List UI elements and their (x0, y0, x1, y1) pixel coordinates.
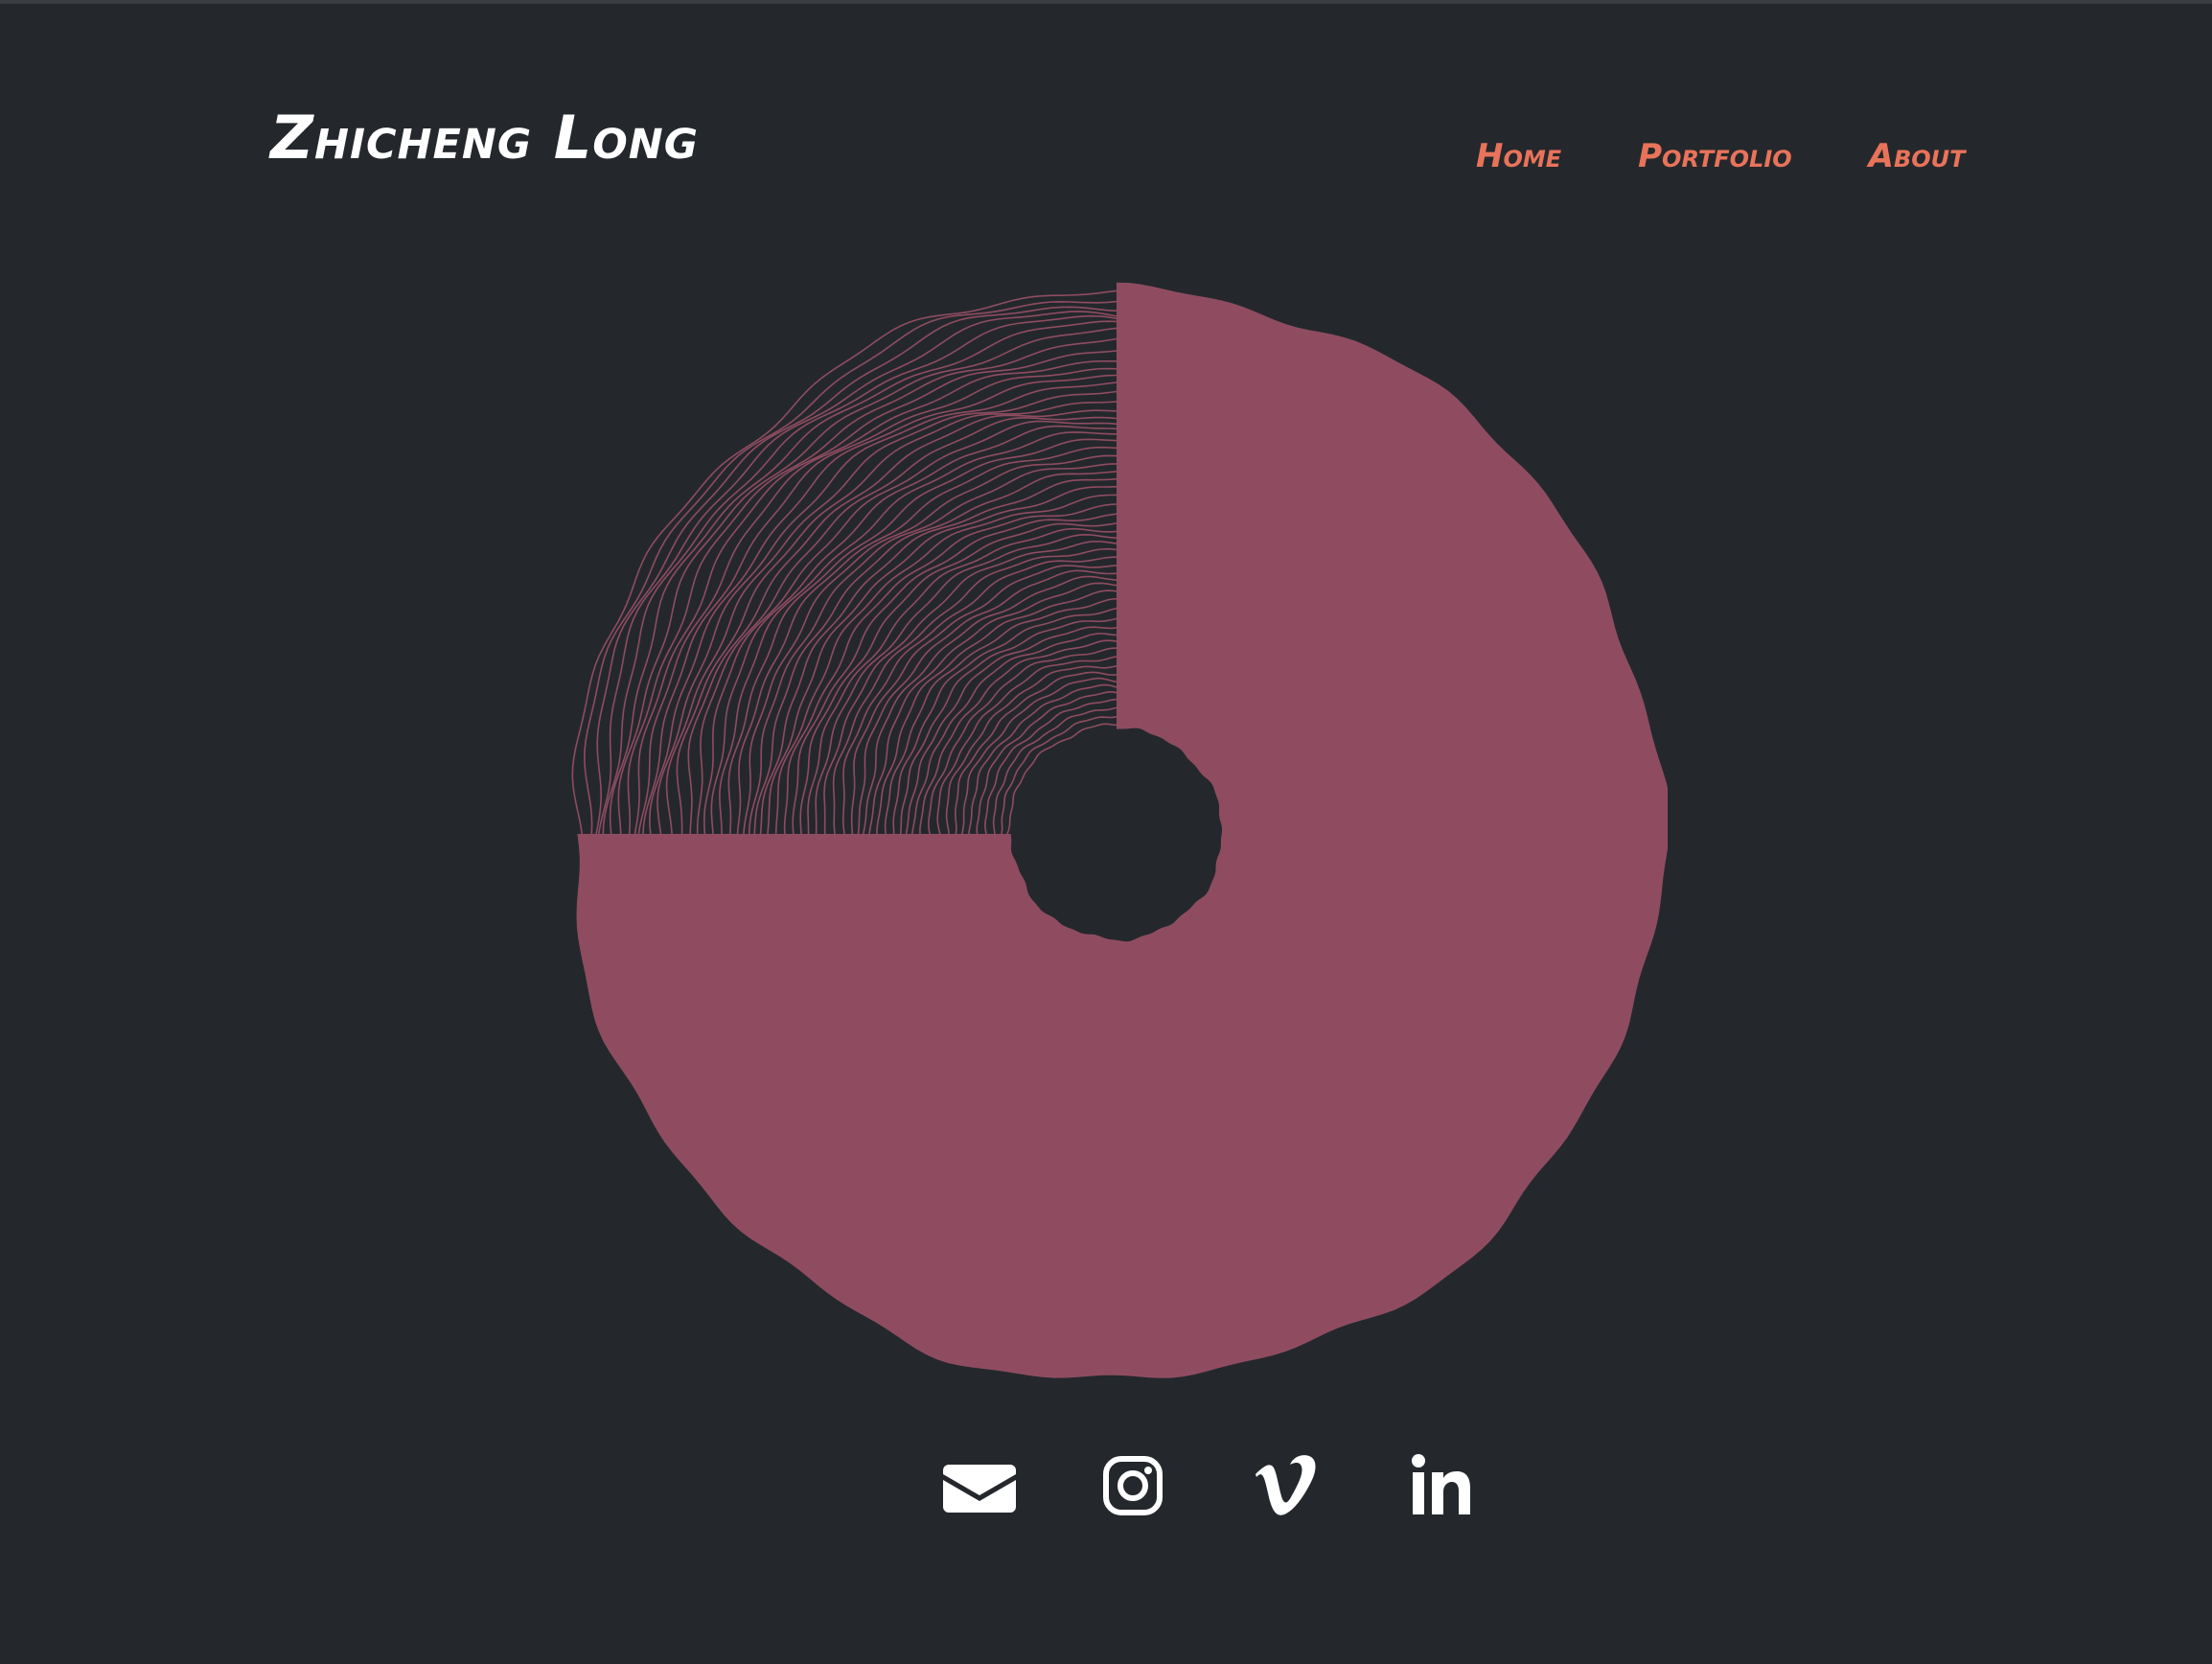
contour-line (911, 633, 1118, 835)
nav-portfolio-link[interactable]: Portfolio (1638, 137, 1792, 175)
contour-line (1001, 716, 1118, 835)
ring-contour-lines (571, 289, 1118, 835)
contour-line (992, 706, 1118, 835)
generative-ring-artwork (571, 282, 1668, 1378)
contour-line (961, 677, 1118, 835)
contour-line (905, 626, 1118, 835)
vimeo-link[interactable] (1246, 1445, 1326, 1526)
contour-line (976, 691, 1118, 835)
ring-fill-path (576, 282, 1668, 1378)
email-link[interactable] (939, 1445, 1020, 1526)
nav-home-link[interactable]: Home (1476, 137, 1561, 175)
contour-line (899, 617, 1118, 835)
social-links (939, 1445, 1480, 1526)
site-title[interactable]: Zhicheng Long (270, 100, 699, 176)
nav-about-link[interactable]: About (1869, 137, 1966, 175)
linkedin-link[interactable] (1399, 1445, 1480, 1526)
contour-line (928, 647, 1117, 835)
contour-line (583, 300, 1118, 835)
contour-line (743, 454, 1118, 835)
ring-filled-segment (576, 282, 1668, 1378)
contour-line (1006, 723, 1117, 835)
contour-line (857, 569, 1118, 835)
contour-line (919, 639, 1118, 835)
window-top-border (0, 0, 2212, 4)
linkedin-icon (1412, 1454, 1470, 1514)
main-nav: Home Portfolio About (1476, 132, 1966, 180)
instagram-link[interactable] (1093, 1445, 1173, 1526)
envelope-icon (943, 1465, 1016, 1513)
contour-line (602, 314, 1118, 835)
vimeo-icon (1256, 1455, 1316, 1515)
contour-line (984, 698, 1118, 835)
instagram-icon (1103, 1456, 1163, 1515)
contour-line (637, 360, 1117, 835)
contour-line (609, 320, 1118, 835)
contour-line (968, 683, 1118, 835)
contour-line (823, 541, 1118, 835)
